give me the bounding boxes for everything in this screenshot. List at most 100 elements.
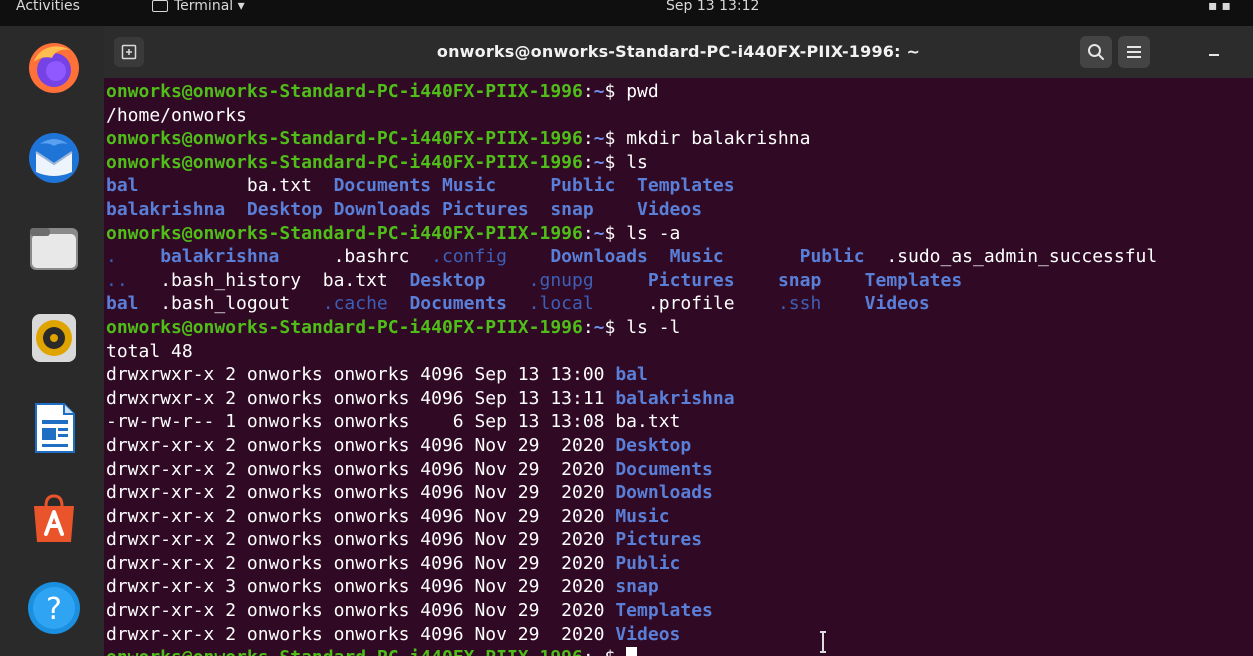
long-listing-meta: drwxr-xr-x 2 onworks onworks 4096 Nov 29… xyxy=(106,434,616,456)
terminal-line: -rw-rw-r-- 1 onworks onworks 6 Sep 13 13… xyxy=(106,410,1157,434)
listing-entry: Music xyxy=(669,246,800,268)
terminal-cursor xyxy=(626,647,638,656)
output-text: /home/onworks xyxy=(106,104,247,126)
prompt-path: ~ xyxy=(593,128,605,150)
listing-entry: Documents xyxy=(409,293,529,315)
prompt-user: onworks@onworks-Standard-PC-i440FX-PIIX-… xyxy=(106,128,583,150)
prompt-user: onworks@onworks-Standard-PC-i440FX-PIIX-… xyxy=(106,222,583,244)
minimize-button[interactable] xyxy=(1198,36,1230,68)
dock-files[interactable] xyxy=(24,218,84,278)
speaker-icon xyxy=(32,314,76,362)
listing-entry: Videos xyxy=(637,198,703,220)
dock-rhythmbox[interactable] xyxy=(24,308,84,368)
terminal-line: drwxr-xr-x 2 onworks onworks 4096 Nov 29… xyxy=(106,434,1157,458)
long-listing-name: Downloads xyxy=(615,482,713,504)
dock-software[interactable] xyxy=(24,488,84,548)
dock-writer[interactable] xyxy=(24,398,84,458)
long-listing-meta: drwxr-xr-x 2 onworks onworks 4096 Nov 29… xyxy=(106,482,616,504)
long-listing-name: ba.txt xyxy=(615,411,681,433)
long-listing-meta: drwxrwxr-x 2 onworks onworks 4096 Sep 13… xyxy=(106,364,616,386)
listing-entry: balakrishna xyxy=(106,198,247,220)
listing-entry: .gnupg xyxy=(528,269,648,291)
listing-entry: Documents xyxy=(333,175,442,197)
terminal-line: drwxr-xr-x 2 onworks onworks 4096 Nov 29… xyxy=(106,623,1157,647)
long-listing-meta: drwxr-xr-x 2 onworks onworks 4096 Nov 29… xyxy=(106,552,616,574)
long-listing-meta: drwxrwxr-x 2 onworks onworks 4096 Sep 13… xyxy=(106,387,616,409)
command-text: ls -a xyxy=(615,222,681,244)
system-tray[interactable]: ▪▪ xyxy=(1208,0,1235,19)
long-listing-name: bal xyxy=(615,364,648,386)
prompt-dollar: $ xyxy=(605,647,616,656)
prompt-path: ~ xyxy=(593,222,605,244)
prompt-dollar: $ xyxy=(604,222,616,244)
terminal-line: drwxr-xr-x 2 onworks onworks 4096 Nov 29… xyxy=(106,458,1157,482)
listing-entry: .sudo_as_admin_successful xyxy=(886,246,1158,268)
prompt-dollar: $ xyxy=(604,316,616,338)
listing-entry: .profile xyxy=(647,293,778,315)
listing-entry: Downloads xyxy=(550,246,670,268)
listing-entry: . xyxy=(106,246,161,268)
hamburger-menu-button[interactable] xyxy=(1118,36,1150,68)
firefox-icon xyxy=(29,43,79,93)
dock: ? xyxy=(0,26,104,656)
long-listing-meta: drwxr-xr-x 2 onworks onworks 4096 Nov 29… xyxy=(106,600,616,622)
dock-help[interactable]: ? xyxy=(24,578,84,638)
prompt-separator: : xyxy=(582,316,594,338)
prompt-path: ~ xyxy=(594,647,605,656)
listing-entry: .bash_history xyxy=(160,269,323,291)
prompt-path: ~ xyxy=(593,151,605,173)
text-cursor-icon xyxy=(820,631,826,653)
terminal-output[interactable]: onworks@onworks-Standard-PC-i440FX-PIIX-… xyxy=(104,78,1253,656)
dock-firefox[interactable] xyxy=(24,38,84,98)
prompt-separator: : xyxy=(582,222,594,244)
long-listing-meta: drwxr-xr-x 3 onworks onworks 4096 Nov 29… xyxy=(106,576,616,598)
command-text: ls xyxy=(615,151,648,173)
prompt-dollar: $ xyxy=(604,128,616,150)
search-button[interactable] xyxy=(1080,36,1112,68)
command-text: ls -l xyxy=(615,316,681,338)
output-text: total 48 xyxy=(106,340,193,362)
long-listing-meta: -rw-rw-r-- 1 onworks onworks 6 Sep 13 13… xyxy=(106,411,616,433)
prompt-user: onworks@onworks-Standard-PC-i440FX-PIIX-… xyxy=(106,647,583,656)
terminal-line: onworks@onworks-Standard-PC-i440FX-PIIX-… xyxy=(106,316,1157,340)
terminal-line: onworks@onworks-Standard-PC-i440FX-PIIX-… xyxy=(106,80,1157,104)
long-listing-meta: drwxr-xr-x 2 onworks onworks 4096 Nov 29… xyxy=(106,623,616,645)
terminal-lines: onworks@onworks-Standard-PC-i440FX-PIIX-… xyxy=(106,80,1157,656)
top-bar: Activities Terminal ▾ Sep 13 13:12 ▪▪ xyxy=(0,0,1253,26)
listing-entry: ba.txt xyxy=(246,175,334,197)
listing-entry: .cache xyxy=(322,293,410,315)
terminal-line: /home/onworks xyxy=(106,104,1157,128)
listing-entry: balakrishna xyxy=(160,246,334,268)
thunderbird-icon xyxy=(29,133,79,183)
prompt-path: ~ xyxy=(593,81,605,102)
help-icon: ? xyxy=(28,582,80,634)
listing-entry: bal xyxy=(106,175,247,197)
terminal-line: bal ba.txt Documents Music Public Templa… xyxy=(106,174,1157,198)
long-listing-name: Videos xyxy=(615,623,681,645)
terminal-line: balakrishna Desktop Downloads Pictures s… xyxy=(106,198,1157,222)
long-listing-name: Public xyxy=(615,552,681,574)
clock[interactable]: Sep 13 13:12 xyxy=(666,0,759,19)
listing-entry: .config xyxy=(431,246,551,268)
listing-entry: Desktop xyxy=(409,269,529,291)
long-listing-name: Music xyxy=(615,505,670,527)
terminal-icon xyxy=(152,0,168,12)
terminal-line: onworks@onworks-Standard-PC-i440FX-PIIX-… xyxy=(106,151,1157,175)
listing-entry: Downloads xyxy=(333,198,442,220)
long-listing-meta: drwxr-xr-x 2 onworks onworks 4096 Nov 29… xyxy=(106,529,616,551)
activities-button[interactable]: Activities xyxy=(16,0,80,19)
terminal-line: onworks@onworks-Standard-PC-i440FX-PIIX-… xyxy=(106,222,1157,246)
listing-entry: snap xyxy=(777,269,865,291)
dock-thunderbird[interactable] xyxy=(24,128,84,188)
listing-entry: Templates xyxy=(637,175,735,197)
writer-document-icon xyxy=(35,403,75,453)
terminal-line: drwxrwxr-x 2 onworks onworks 4096 Sep 13… xyxy=(106,363,1157,387)
terminal-line: drwxr-xr-x 2 onworks onworks 4096 Nov 29… xyxy=(106,505,1157,529)
long-listing-meta: drwxr-xr-x 2 onworks onworks 4096 Nov 29… xyxy=(106,505,616,527)
listing-entry: Desktop xyxy=(246,198,334,220)
app-menu-button[interactable]: Terminal ▾ xyxy=(152,0,245,19)
terminal-line: drwxrwxr-x 2 onworks onworks 4096 Sep 13… xyxy=(106,387,1157,411)
desktop-screen: Activities Terminal ▾ Sep 13 13:12 ▪▪ ? … xyxy=(0,0,1253,656)
prompt-user: onworks@onworks-Standard-PC-i440FX-PIIX-… xyxy=(106,81,583,102)
network-icon: ▪▪ xyxy=(1208,0,1235,14)
